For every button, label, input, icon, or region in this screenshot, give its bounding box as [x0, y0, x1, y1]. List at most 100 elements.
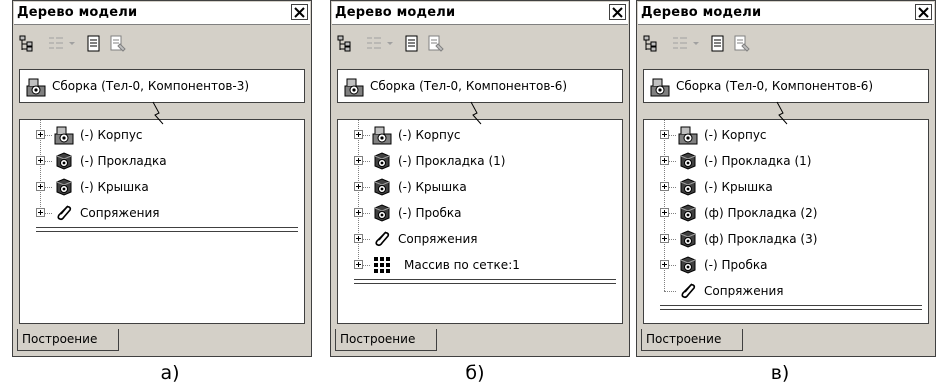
expand-plus-icon[interactable] [660, 130, 669, 139]
break-zigzag [20, 101, 306, 125]
component-tree: (-) Корпус (-) Прокладка (1) (-) Крышка (-)… [337, 119, 623, 324]
tree-connector-line [664, 291, 676, 292]
document-icon[interactable] [85, 35, 103, 57]
toolbar [19, 31, 305, 55]
expand-plus-icon[interactable] [36, 130, 45, 139]
part-icon [678, 255, 698, 279]
tree-end-divider [660, 305, 922, 310]
paperclip-icon [372, 229, 392, 253]
tree-item[interactable]: (-) Пробка [644, 254, 928, 280]
tab-construction[interactable]: Построение [335, 329, 437, 351]
toolbar [643, 31, 929, 55]
tree-item-label: (-) Прокладка [80, 154, 167, 168]
close-icon [294, 7, 305, 18]
paperclip-icon [54, 203, 74, 227]
tree-item-label: (-) Крышка [398, 180, 467, 194]
tree-item-label: (-) Пробка [704, 258, 768, 272]
tree-item-label: (-) Пробка [398, 206, 462, 220]
list-view-icon[interactable] [47, 35, 65, 57]
tree-item[interactable]: (-) Пробка [338, 202, 622, 228]
panel-title: Дерево модели [17, 5, 138, 20]
panel-title: Дерево модели [641, 5, 762, 20]
expand-plus-icon[interactable] [36, 182, 45, 191]
tree-item-label: (-) Прокладка (1) [398, 154, 506, 168]
tree-item-label: (-) Крышка [80, 180, 149, 194]
tree-item[interactable]: (-) Прокладка (1) [338, 150, 622, 176]
component-tree: (-) Корпус (-) Прокладка (-) Крышка Сопряже… [19, 119, 305, 324]
part-icon [678, 177, 698, 201]
list-view-icon[interactable] [365, 35, 383, 57]
tab-construction[interactable]: Построение [17, 329, 119, 351]
close-icon [612, 7, 623, 18]
document-properties-icon[interactable] [109, 35, 127, 57]
document-properties-icon[interactable] [427, 35, 445, 57]
tree-structure-icon[interactable] [643, 35, 661, 57]
tree-item-label: Массив по сетке:1 [404, 258, 520, 272]
close-button[interactable] [915, 4, 932, 20]
figure-caption: в) [770, 362, 790, 384]
tree-item[interactable]: (-) Корпус [20, 124, 304, 150]
expand-plus-icon[interactable] [660, 234, 669, 243]
tree-item[interactable]: (ф) Прокладка (3) [644, 228, 928, 254]
assembly-part-icon [54, 125, 74, 149]
expand-plus-icon[interactable] [354, 260, 363, 269]
tree-item[interactable]: (-) Прокладка [20, 150, 304, 176]
tree-item-label: (-) Корпус [704, 128, 767, 142]
part-icon [372, 151, 392, 175]
tab-construction[interactable]: Построение [641, 329, 743, 351]
tree-item[interactable]: (ф) Прокладка (2) [644, 202, 928, 228]
model-tree-panel: Дерево модели Сборка (Тел-0, Компонентов-… [330, 0, 630, 357]
document-properties-icon[interactable] [733, 35, 751, 57]
model-tree-panel: Дерево модели Сборка (Тел-0, Компонентов-… [636, 0, 936, 357]
close-button[interactable] [291, 4, 308, 20]
list-view-icon[interactable] [671, 35, 689, 57]
expand-plus-icon[interactable] [354, 130, 363, 139]
tree-item[interactable]: Сопряжения [338, 228, 622, 254]
chevron-down-icon[interactable] [385, 35, 395, 57]
tree-item[interactable]: (-) Крышка [644, 176, 928, 202]
document-icon[interactable] [403, 35, 421, 57]
tree-item[interactable]: (-) Крышка [20, 176, 304, 202]
chevron-down-icon[interactable] [691, 35, 701, 57]
close-button[interactable] [609, 4, 626, 20]
expand-plus-icon[interactable] [660, 182, 669, 191]
part-icon [372, 203, 392, 227]
toolbar [337, 31, 623, 55]
tree-structure-icon[interactable] [19, 35, 37, 57]
expand-plus-icon[interactable] [36, 208, 45, 217]
expand-plus-icon[interactable] [660, 208, 669, 217]
grid-array-icon [372, 255, 392, 279]
tree-item-label: (-) Прокладка (1) [704, 154, 812, 168]
model-tree-panel: Дерево модели Сборка (Тел-0, Компонентов-… [12, 0, 312, 357]
part-icon [372, 177, 392, 201]
break-zigzag [644, 101, 930, 125]
expand-plus-icon[interactable] [660, 260, 669, 269]
document-icon[interactable] [709, 35, 727, 57]
expand-plus-icon[interactable] [660, 156, 669, 165]
tree-item-label: (ф) Прокладка (3) [704, 232, 818, 246]
tree-item[interactable]: (-) Корпус [644, 124, 928, 150]
tree-item[interactable]: (-) Корпус [338, 124, 622, 150]
title-bar: Дерево модели [332, 2, 628, 25]
tree-item-label: (ф) Прокладка (2) [704, 206, 818, 220]
tree-item-label: (-) Корпус [80, 128, 143, 142]
tree-item[interactable]: Массив по сетке:1 [338, 254, 622, 280]
tree-item[interactable]: (-) Крышка [338, 176, 622, 202]
assembly-part-icon [678, 125, 698, 149]
tree-structure-icon[interactable] [337, 35, 355, 57]
tree-item[interactable]: Сопряжения [20, 202, 304, 228]
expand-plus-icon[interactable] [354, 156, 363, 165]
component-tree: (-) Корпус (-) Прокладка (1) (-) Крышка (ф)… [643, 119, 929, 324]
expand-plus-icon[interactable] [36, 156, 45, 165]
chevron-down-icon[interactable] [67, 35, 77, 57]
panel-title: Дерево модели [335, 5, 456, 20]
tree-item[interactable]: (-) Прокладка (1) [644, 150, 928, 176]
expand-plus-icon[interactable] [354, 208, 363, 217]
tree-end-divider [354, 279, 616, 284]
assembly-root-label: Сборка (Тел-0, Компонентов-3) [52, 79, 250, 93]
part-icon [678, 151, 698, 175]
expand-plus-icon[interactable] [354, 182, 363, 191]
expand-plus-icon[interactable] [354, 234, 363, 243]
title-bar: Дерево модели [14, 2, 310, 25]
tree-item[interactable]: Сопряжения [644, 280, 928, 306]
